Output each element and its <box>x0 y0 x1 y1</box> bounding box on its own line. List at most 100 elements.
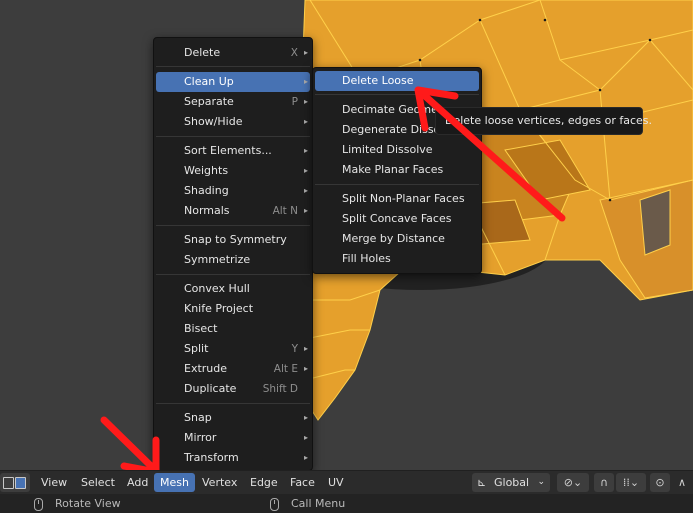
menu-item-shortcut: Shift D <box>262 383 298 395</box>
snap-toggle[interactable]: ∩ <box>594 473 614 492</box>
menu-item-extrude[interactable]: Extrude Alt E ▸ <box>156 359 310 379</box>
menu-item-label: Merge by Distance <box>342 232 445 245</box>
menu-item-label: Separate <box>184 95 234 108</box>
menu-item-mirror[interactable]: Mirror ▸ <box>156 428 310 448</box>
menu-item-label: Knife Project <box>184 302 254 315</box>
pivot-point-icon: ⊘⌄ <box>563 476 583 489</box>
menu-item-duplicate[interactable]: Duplicate Shift D <box>156 379 310 399</box>
menu-item-knife-project[interactable]: Knife Project <box>156 299 310 319</box>
chevron-right-icon: ▸ <box>303 146 308 155</box>
menu-item-symmetrize[interactable]: Symmetrize <box>156 250 310 270</box>
menu-edge[interactable]: Edge <box>244 473 284 492</box>
menu-item-label: Symmetrize <box>184 253 251 266</box>
menu-item-label: Transform <box>184 451 239 464</box>
menu-item-show-hide[interactable]: Show/Hide ▸ <box>156 112 310 132</box>
submenu-item-make-planar-faces[interactable]: Make Planar Faces <box>315 160 479 180</box>
menu-item-label: Delete Loose <box>342 74 414 87</box>
submenu-item-fill-holes[interactable]: Fill Holes <box>315 249 479 269</box>
pivot-point-dropdown[interactable]: ⊘⌄ <box>557 473 589 492</box>
viewport-header: View Select Add Mesh Vertex Edge Face UV… <box>0 470 693 494</box>
menu-item-split[interactable]: Split Y ▸ <box>156 339 310 359</box>
chevron-right-icon: ▸ <box>303 77 308 86</box>
menu-mesh[interactable]: Mesh <box>154 473 195 492</box>
menu-select[interactable]: Select <box>75 473 121 492</box>
menu-add[interactable]: Add <box>121 473 154 492</box>
chevron-right-icon: ▸ <box>303 48 308 57</box>
menu-uv[interactable]: UV <box>322 473 350 492</box>
submenu-item-split-non-planar-faces[interactable]: Split Non-Planar Faces <box>315 189 479 209</box>
menu-item-label: Split <box>184 342 209 355</box>
menu-item-label: Split Non-Planar Faces <box>342 192 465 205</box>
chevron-right-icon: ▸ <box>303 206 308 215</box>
chevron-right-icon: ▸ <box>303 117 308 126</box>
menu-item-separate[interactable]: Separate P ▸ <box>156 92 310 112</box>
menu-vertex[interactable]: Vertex <box>196 473 243 492</box>
submenu-item-split-concave-faces[interactable]: Split Concave Faces <box>315 209 479 229</box>
menu-separator <box>156 403 310 404</box>
status-rotate-view: Rotate View <box>55 497 121 510</box>
menu-item-label: Show/Hide <box>184 115 243 128</box>
menu-item-label: Fill Holes <box>342 252 391 265</box>
menu-item-delete[interactable]: Delete X ▸ <box>156 43 310 63</box>
menu-item-weights[interactable]: Weights ▸ <box>156 161 310 181</box>
menu-separator <box>156 274 310 275</box>
menu-item-label: Snap to Symmetry <box>184 233 287 246</box>
menu-item-label: Snap <box>184 411 212 424</box>
menu-item-shortcut: Alt N <box>272 205 298 217</box>
chevron-right-icon: ▸ <box>303 453 308 462</box>
proportional-edit-icon: ⊙ <box>655 476 665 489</box>
menu-item-shortcut: X <box>290 47 298 59</box>
menu-item-transform[interactable]: Transform ▸ <box>156 448 310 468</box>
snap-target-dropdown[interactable]: ⁞⁞⌄ <box>616 473 646 492</box>
menu-item-label: Shading <box>184 184 229 197</box>
select-mode-toggle[interactable] <box>0 473 30 492</box>
snap-magnet-icon: ∩ <box>599 476 609 489</box>
menu-item-shortcut: Y <box>291 343 298 355</box>
menu-item-label: Sort Elements... <box>184 144 272 157</box>
menu-item-label: Duplicate <box>184 382 237 395</box>
snap-grid-icon: ⁞⁞⌄ <box>622 476 640 489</box>
menu-item-convex-hull[interactable]: Convex Hull <box>156 279 310 299</box>
menu-item-snap-to-symmetry[interactable]: Snap to Symmetry <box>156 230 310 250</box>
vertex-select-icon <box>3 477 14 489</box>
menu-item-normals[interactable]: Normals Alt N ▸ <box>156 201 310 221</box>
orientation-value: Global <box>494 476 530 489</box>
menu-item-label: Weights <box>184 164 229 177</box>
chevron-right-icon: ▸ <box>303 166 308 175</box>
falloff-dropdown[interactable]: ∧ <box>672 473 692 492</box>
menu-item-snap[interactable]: Snap ▸ <box>156 408 310 428</box>
menu-separator <box>156 136 310 137</box>
submenu-item-merge-by-distance[interactable]: Merge by Distance <box>315 229 479 249</box>
chevron-right-icon: ▸ <box>303 413 308 422</box>
chevron-right-icon: ▸ <box>303 186 308 195</box>
menu-item-label: Make Planar Faces <box>342 163 444 176</box>
mesh-menu: Delete X ▸ Clean Up ▸ Separate P ▸ Show/… <box>153 37 313 471</box>
menu-item-bisect[interactable]: Bisect <box>156 319 310 339</box>
menu-item-label: Limited Dissolve <box>342 143 433 156</box>
tooltip: Delete loose vertices, edges or faces. <box>435 107 652 135</box>
menu-item-label: Normals <box>184 204 230 217</box>
menu-view[interactable]: View <box>35 473 73 492</box>
menu-item-shortcut: Alt E <box>273 363 298 375</box>
menu-item-shading[interactable]: Shading ▸ <box>156 181 310 201</box>
menu-item-clean-up[interactable]: Clean Up ▸ <box>156 72 310 92</box>
menu-item-label: Split Concave Faces <box>342 212 452 225</box>
chevron-down-icon: ⌄ <box>537 477 545 487</box>
transform-orientation-dropdown[interactable]: ⊾ Global ⌄ <box>472 473 550 492</box>
menu-item-label: Bisect <box>184 322 218 335</box>
face-select-icon <box>15 477 26 489</box>
menu-separator <box>315 184 479 185</box>
menu-separator <box>156 225 310 226</box>
menu-item-label: Convex Hull <box>184 282 250 295</box>
menu-separator <box>315 94 479 95</box>
mouse-right-icon <box>270 498 279 511</box>
menu-face[interactable]: Face <box>284 473 321 492</box>
menu-separator <box>156 66 310 67</box>
submenu-item-delete-loose[interactable]: Delete Loose <box>315 71 479 91</box>
transform-orientation-icon: ⊾ <box>477 476 487 489</box>
menu-item-sort-elements[interactable]: Sort Elements... ▸ <box>156 141 310 161</box>
proportional-edit-toggle[interactable]: ⊙ <box>650 473 670 492</box>
menu-item-label: Clean Up <box>184 75 234 88</box>
menu-item-label: Delete <box>184 46 221 59</box>
submenu-item-limited-dissolve[interactable]: Limited Dissolve <box>315 140 479 160</box>
